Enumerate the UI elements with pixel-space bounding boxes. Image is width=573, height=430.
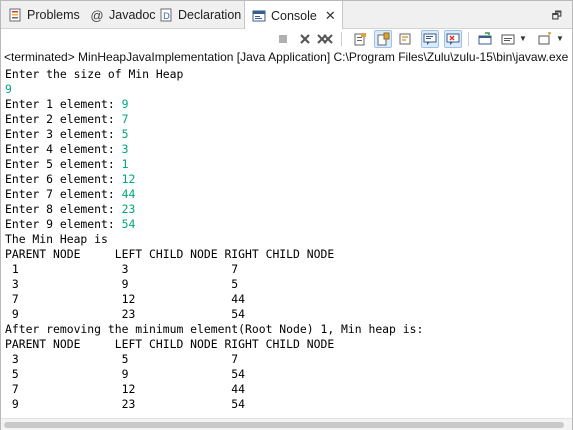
console-line: Enter 8 element: 23 xyxy=(5,202,136,216)
scrollbar-thumb[interactable] xyxy=(4,422,564,428)
table-row: 9 23 54 xyxy=(5,397,246,411)
table-header: PARENT NODE LEFT CHILD NODE RIGHT CHILD … xyxy=(5,247,335,261)
console-line: Enter 1 element: 9 xyxy=(5,97,129,111)
chevron-down-icon[interactable]: ▼ xyxy=(556,34,564,43)
word-wrap-icon[interactable] xyxy=(397,30,415,48)
console-input: 3 xyxy=(121,142,129,156)
process-status-label: <terminated> MinHeapJavaImplementation [… xyxy=(4,50,569,64)
svg-text:D: D xyxy=(163,12,170,22)
pin-console-icon[interactable] xyxy=(476,30,494,48)
console-input: 5 xyxy=(121,127,129,141)
table-row: 3 5 7 xyxy=(5,352,239,366)
restore-icon[interactable]: 🗗 xyxy=(552,7,562,26)
tab-declaration[interactable]: D Declaration xyxy=(158,1,241,29)
tab-javadoc[interactable]: @ Javadoc xyxy=(89,1,156,29)
console-output[interactable]: Enter the size of Min Heap 9 Enter 1 ele… xyxy=(5,67,571,417)
table-row: 7 12 44 xyxy=(5,382,246,396)
console-input: 9 xyxy=(121,97,129,111)
remove-launch-icon[interactable] xyxy=(296,30,314,48)
console-line: Enter 3 element: 5 xyxy=(5,127,129,141)
table-row: 9 23 54 xyxy=(5,307,246,321)
tab-label: Console xyxy=(271,8,317,23)
tab-label: Declaration xyxy=(178,8,242,22)
console-input: 12 xyxy=(121,172,136,186)
console-input: 7 xyxy=(121,112,129,126)
table-row: 7 12 44 xyxy=(5,292,246,306)
terminate-icon[interactable] xyxy=(274,30,292,48)
show-console-output-icon[interactable] xyxy=(421,30,439,48)
javadoc-icon: @ xyxy=(90,7,104,23)
display-selected-console-icon[interactable] xyxy=(499,30,517,48)
remove-all-terminated-icon[interactable] xyxy=(316,30,334,48)
console-line: Enter 7 element: 44 xyxy=(5,187,136,201)
open-console-icon[interactable] xyxy=(536,30,554,48)
table-row: 3 9 5 xyxy=(5,277,239,291)
console-input: 54 xyxy=(121,217,136,231)
table-row: 1 3 7 xyxy=(5,262,239,276)
console-line: Enter 4 element: 3 xyxy=(5,142,129,156)
chevron-down-icon[interactable]: ▼ xyxy=(519,34,527,43)
console-icon xyxy=(251,8,267,24)
table-row: 5 9 54 xyxy=(5,367,246,381)
problems-icon xyxy=(7,7,23,23)
close-icon[interactable]: ✕ xyxy=(325,8,336,24)
declaration-icon: D xyxy=(158,7,174,23)
console-line: Enter 5 element: 1 xyxy=(5,157,129,171)
tab-console[interactable]: Console ✕ xyxy=(244,1,343,30)
scroll-lock-icon[interactable] xyxy=(374,30,392,48)
console-input: 1 xyxy=(121,157,129,171)
console-line: Enter 2 element: 7 xyxy=(5,112,129,126)
tab-label: Problems xyxy=(27,8,80,22)
tab-label: Javadoc xyxy=(109,8,156,22)
clear-console-icon[interactable] xyxy=(351,30,369,48)
console-line: The Min Heap is xyxy=(5,232,108,246)
console-input: 23 xyxy=(121,202,136,216)
toolbar-separator xyxy=(468,32,469,46)
toolbar-separator xyxy=(341,32,342,46)
tab-bar: Problems @ Javadoc D Declaration Console… xyxy=(1,1,572,30)
console-line: Enter the size of Min Heap xyxy=(5,67,184,81)
console-view: Problems @ Javadoc D Declaration Console… xyxy=(0,0,573,430)
show-error-output-icon[interactable] xyxy=(444,30,462,48)
horizontal-scrollbar[interactable] xyxy=(1,418,572,430)
tab-problems[interactable]: Problems xyxy=(7,1,80,29)
console-line: Enter 6 element: 12 xyxy=(5,172,136,186)
console-input: 44 xyxy=(121,187,136,201)
console-input: 9 xyxy=(5,82,12,96)
console-toolbar: ▼ ▼ xyxy=(1,29,572,49)
console-line: After removing the minimum element(Root … xyxy=(5,322,424,336)
table-header: PARENT NODE LEFT CHILD NODE RIGHT CHILD … xyxy=(5,337,335,351)
console-line: Enter 9 element: 54 xyxy=(5,217,136,231)
